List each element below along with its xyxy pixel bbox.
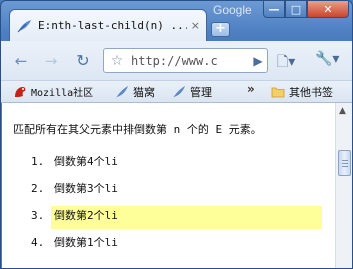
bookmark-label: 管理	[190, 86, 212, 99]
bookmark-label: Mozilla社区	[31, 88, 94, 99]
bookmark-maowo[interactable]: 猫窝	[115, 84, 155, 100]
vertical-scrollbar[interactable]: ▲	[335, 103, 352, 268]
back-button[interactable]: ←	[11, 51, 31, 71]
list-number: 1.	[31, 155, 45, 168]
new-tab-button[interactable]: +	[211, 22, 230, 37]
bookmark-label: 猫窝	[133, 86, 155, 99]
bookmark-guanli[interactable]: 管理	[172, 84, 212, 100]
feather-icon	[173, 86, 185, 98]
go-icon[interactable]: ▶	[249, 54, 267, 68]
tab-close-icon[interactable]: ×	[191, 19, 200, 32]
ordered-list: 1. 倒数第4个li 2. 倒数第3个li 3. 倒数第2个li 4. 倒数第1…	[2, 148, 335, 256]
page-content: 匹配所有在其父元素中排倒数第 n 个的 E 元素。 1. 倒数第4个li 2. …	[2, 103, 335, 268]
tab-title: E:nth-last-child(n) ...	[38, 19, 187, 32]
other-bookmarks-label: 其他书签	[289, 86, 333, 99]
folder-icon	[271, 87, 285, 98]
address-bar[interactable]: ☆ http://www.c ▶	[103, 48, 268, 73]
close-button[interactable]: ✕	[307, 1, 349, 18]
bookmarks-overflow-chevron[interactable]: »	[247, 82, 255, 96]
forward-button[interactable]: →	[41, 51, 61, 71]
wrench-menu-button[interactable]: 🔧▾	[315, 51, 339, 67]
bookmarks-bar: Mozilla社区 猫窝 管理 » 其他书签	[1, 81, 352, 103]
page-menu-button[interactable]: 🗋▾	[277, 51, 295, 75]
list-item: 2. 倒数第3个li	[2, 175, 335, 202]
list-text: 倒数第3个li	[54, 182, 118, 195]
tab-strip: E:nth-last-child(n) ... × + Google — □ ✕	[1, 1, 352, 41]
list-number: 4.	[31, 236, 45, 249]
list-item: 4. 倒数第1个li	[2, 229, 335, 256]
grip-line	[342, 163, 348, 164]
intro-text: 匹配所有在其父元素中排倒数第 n 个的 E 元素。	[13, 123, 262, 136]
scrollbar-thumb[interactable]	[338, 150, 351, 176]
list-text: 倒数第4个li	[54, 155, 118, 168]
list-number: 2.	[31, 182, 45, 195]
bookmark-mozilla[interactable]: Mozilla社区	[13, 84, 93, 99]
reload-button[interactable]: ↻	[73, 51, 93, 71]
other-bookmarks[interactable]: 其他书签	[271, 84, 333, 100]
list-text: 倒数第1个li	[54, 236, 118, 249]
list-number: 3.	[31, 209, 45, 222]
minimize-button[interactable]: —	[263, 1, 285, 18]
toolbar: ← → ↻ ☆ http://www.c ▶ 🗋▾ 🔧▾	[1, 41, 352, 81]
list-item-highlighted: 3. 倒数第2个li	[2, 202, 335, 229]
feather-icon	[17, 19, 31, 32]
page-viewport: 匹配所有在其父元素中排倒数第 n 个的 E 元素。 1. 倒数第4个li 2. …	[2, 103, 352, 268]
maximize-button[interactable]: □	[285, 1, 307, 18]
list-item: 1. 倒数第4个li	[2, 148, 335, 175]
tab-active[interactable]: E:nth-last-child(n) ... ×	[9, 9, 207, 41]
bookmark-star-icon[interactable]: ☆	[107, 53, 127, 69]
window-brand: Google	[213, 3, 252, 17]
list-text: 倒数第2个li	[54, 209, 118, 222]
grip-line	[342, 160, 348, 161]
url-text[interactable]: http://www.c	[127, 54, 249, 68]
browser-window: E:nth-last-child(n) ... × + Google — □ ✕…	[0, 0, 353, 269]
scroll-up-arrow-icon[interactable]: ▲	[339, 106, 346, 116]
grip-line	[342, 166, 348, 167]
feather-icon	[116, 86, 128, 98]
mozilla-dino-icon	[15, 86, 26, 97]
